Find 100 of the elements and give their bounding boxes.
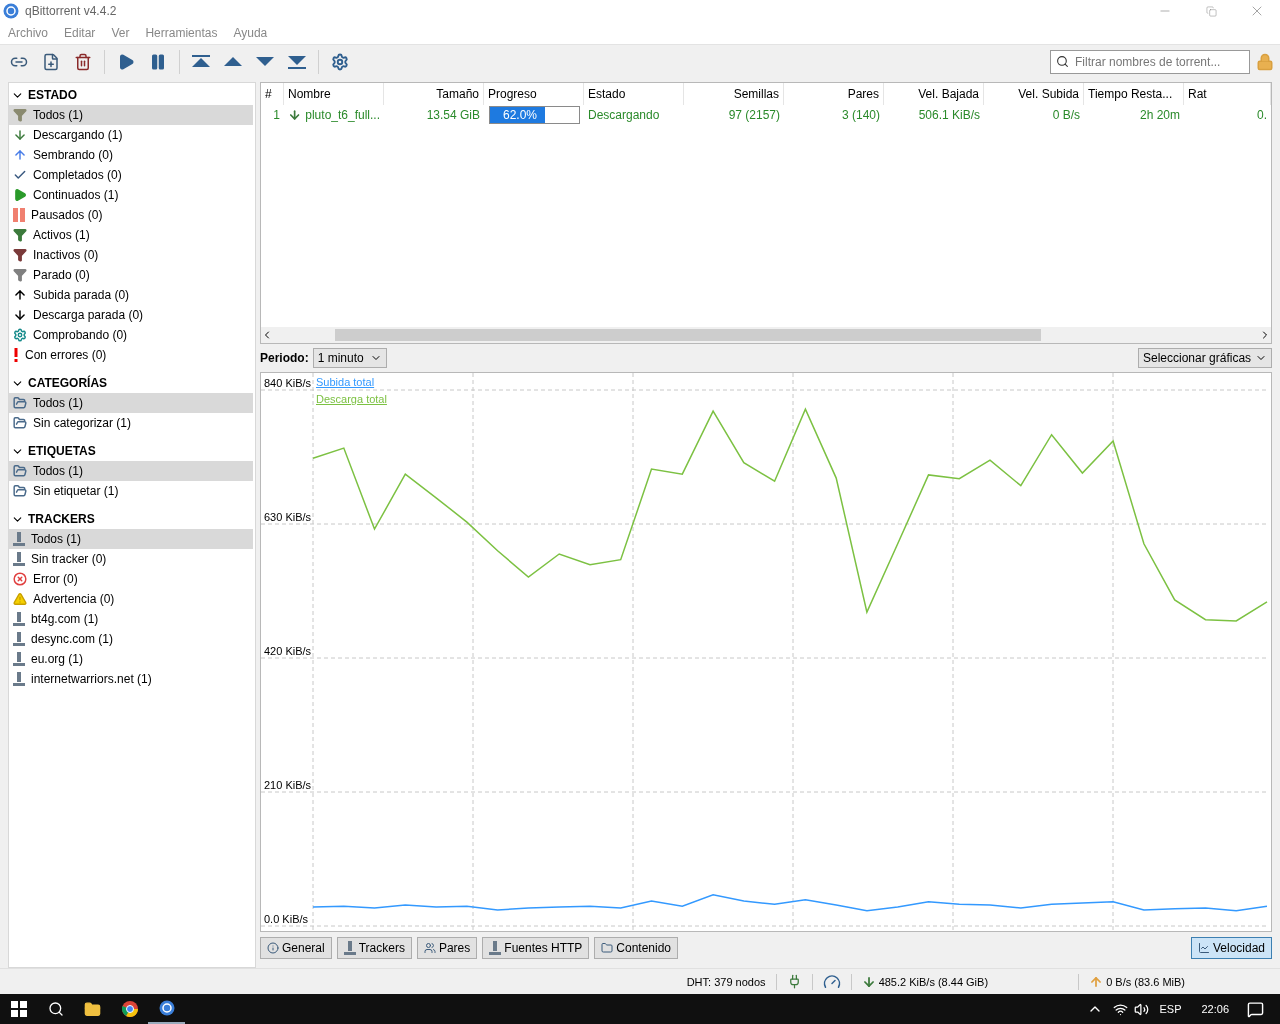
warning-icon (13, 592, 27, 606)
menu-item[interactable]: Ver (111, 26, 130, 40)
filter-item[interactable]: Sembrando (0) (9, 145, 253, 165)
tracker-icon (343, 941, 356, 955)
table-cell: 0 B/s (1052, 108, 1080, 122)
table-cell: 506.1 KiB/s (918, 108, 980, 122)
menu-item[interactable]: Herramientas (145, 26, 218, 40)
menu-item[interactable]: Ayuda (233, 26, 268, 40)
filter-label: Descarga parada (0) (33, 308, 144, 322)
tracker-icon (13, 652, 25, 666)
tab[interactable]: Contenido (594, 937, 679, 959)
tab[interactable]: Trackers (336, 937, 412, 959)
tracker-icon (13, 552, 25, 566)
column-header[interactable]: Progreso (484, 83, 584, 105)
filter-item[interactable]: Pausados (0) (9, 205, 253, 225)
filter-label: Pausados (0) (31, 208, 103, 222)
filter-label: Activos (1) (33, 228, 90, 242)
filter-label: Sin etiquetar (1) (33, 484, 119, 498)
network-icon[interactable] (1113, 1001, 1129, 1017)
tab[interactable]: Fuentes HTTP (482, 937, 590, 959)
search-field[interactable]: Filtrar nombres de torrent... (1050, 49, 1250, 74)
filter-item[interactable]: Subida parada (0) (9, 285, 253, 305)
move-bottom-icon (288, 54, 306, 69)
down-arrow-icon (13, 128, 27, 142)
settings-icon (331, 52, 349, 71)
filter-label: Sin tracker (0) (31, 552, 107, 566)
notification-icon[interactable] (1247, 1000, 1264, 1018)
tab[interactable]: Velocidad (1190, 937, 1272, 959)
axis-label: 210 KiB/s (264, 779, 312, 791)
filter-item[interactable]: Todos (1) (9, 393, 253, 413)
language-indicator[interactable]: ESP (1159, 1003, 1182, 1015)
column-header[interactable]: # (261, 83, 284, 105)
funnel-icon (13, 108, 27, 122)
filter-item[interactable]: Todos (1) (9, 529, 253, 549)
filter-item[interactable]: desync.com (1) (9, 629, 253, 649)
filter-item[interactable]: Comprobando (0) (9, 325, 253, 345)
filter-item[interactable]: Inactivos (0) (9, 245, 253, 265)
filter-label: Sembrando (0) (33, 148, 114, 162)
check-icon (13, 168, 27, 182)
filter-label: Parado (0) (33, 268, 90, 282)
column-header[interactable]: Pares (784, 83, 884, 105)
up-triangle-icon (224, 56, 242, 67)
filter-item[interactable]: internetwarriors.net (1) (9, 669, 253, 689)
table-cell: 2h 20m (1139, 108, 1180, 122)
download-speed: 485.2 KiB/s (8.44 GiB) (877, 975, 989, 988)
filter-item[interactable]: Con errores (0) (9, 345, 253, 365)
trash-icon (74, 52, 92, 71)
windows-logo-icon (10, 1001, 27, 1017)
column-header[interactable]: Estado (584, 83, 684, 105)
down-triangle-icon (256, 56, 274, 67)
section-title: ESTADO (28, 88, 78, 102)
filter-item[interactable]: Continuados (1) (9, 185, 253, 205)
file-plus-icon (42, 52, 60, 71)
filter-label: Todos (1) (33, 396, 84, 410)
column-header[interactable]: Tamaño (384, 83, 484, 105)
play-icon (13, 188, 27, 202)
pause-icon (149, 52, 167, 71)
filter-item[interactable]: Todos (1) (9, 461, 253, 481)
filter-label: Subida parada (0) (33, 288, 130, 302)
filter-item[interactable]: Activos (1) (9, 225, 253, 245)
table-cell: 3 (140) (841, 108, 880, 122)
menu-item[interactable]: Archivo (8, 26, 48, 40)
filter-item[interactable]: Todos (1) (9, 105, 253, 125)
column-header[interactable]: Tiempo Resta... (1084, 83, 1184, 105)
error-icon (13, 572, 27, 586)
filter-item[interactable]: Descarga parada (0) (9, 305, 253, 325)
filter-item[interactable]: Descargando (1) (9, 125, 253, 145)
filter-item[interactable]: Error (0) (9, 569, 253, 589)
filter-item[interactable]: eu.org (1) (9, 649, 253, 669)
axis-label: 420 KiB/s (264, 645, 312, 657)
graph-select-dropdown[interactable]: Seleccionar gráficas (1138, 348, 1272, 368)
filter-item[interactable]: Advertencia (0) (9, 589, 253, 609)
move-top-icon (192, 54, 210, 69)
horizontal-scrollbar[interactable] (261, 327, 1271, 343)
tab-icon (1197, 942, 1210, 954)
filter-item[interactable]: Sin categorizar (1) (9, 413, 253, 433)
tab[interactable]: General (260, 937, 332, 959)
menu-item[interactable]: Editar (64, 26, 96, 40)
upload-speed: 0 B/s (83.6 MiB) (1105, 975, 1185, 988)
column-header[interactable]: Vel. Subida (984, 83, 1084, 105)
clock[interactable]: 22:06 (1201, 1003, 1229, 1015)
filter-item[interactable]: Sin etiquetar (1) (9, 481, 253, 501)
volume-icon[interactable] (1134, 1001, 1150, 1017)
column-header[interactable]: Semillas (684, 83, 784, 105)
browser-icon (121, 1001, 138, 1017)
tracker-icon (13, 532, 25, 546)
column-header[interactable]: Vel. Bajada (884, 83, 984, 105)
speedometer-icon[interactable] (822, 972, 841, 991)
tab[interactable]: Pares (416, 937, 478, 959)
table-cell: pluto_t6_full... (305, 108, 380, 122)
filter-item[interactable]: Parado (0) (9, 265, 253, 285)
column-header[interactable]: Nombre (284, 83, 384, 105)
filter-item[interactable]: bt4g.com (1) (9, 609, 253, 629)
filter-label: Todos (1) (31, 532, 82, 546)
period-dropdown[interactable]: 1 minuto (312, 348, 387, 368)
filter-label: bt4g.com (1) (31, 612, 99, 626)
filter-item[interactable]: Completados (0) (9, 165, 253, 185)
folder-icon (13, 416, 27, 430)
filter-item[interactable]: Sin tracker (0) (9, 549, 253, 569)
column-header[interactable]: Rat (1184, 83, 1271, 105)
